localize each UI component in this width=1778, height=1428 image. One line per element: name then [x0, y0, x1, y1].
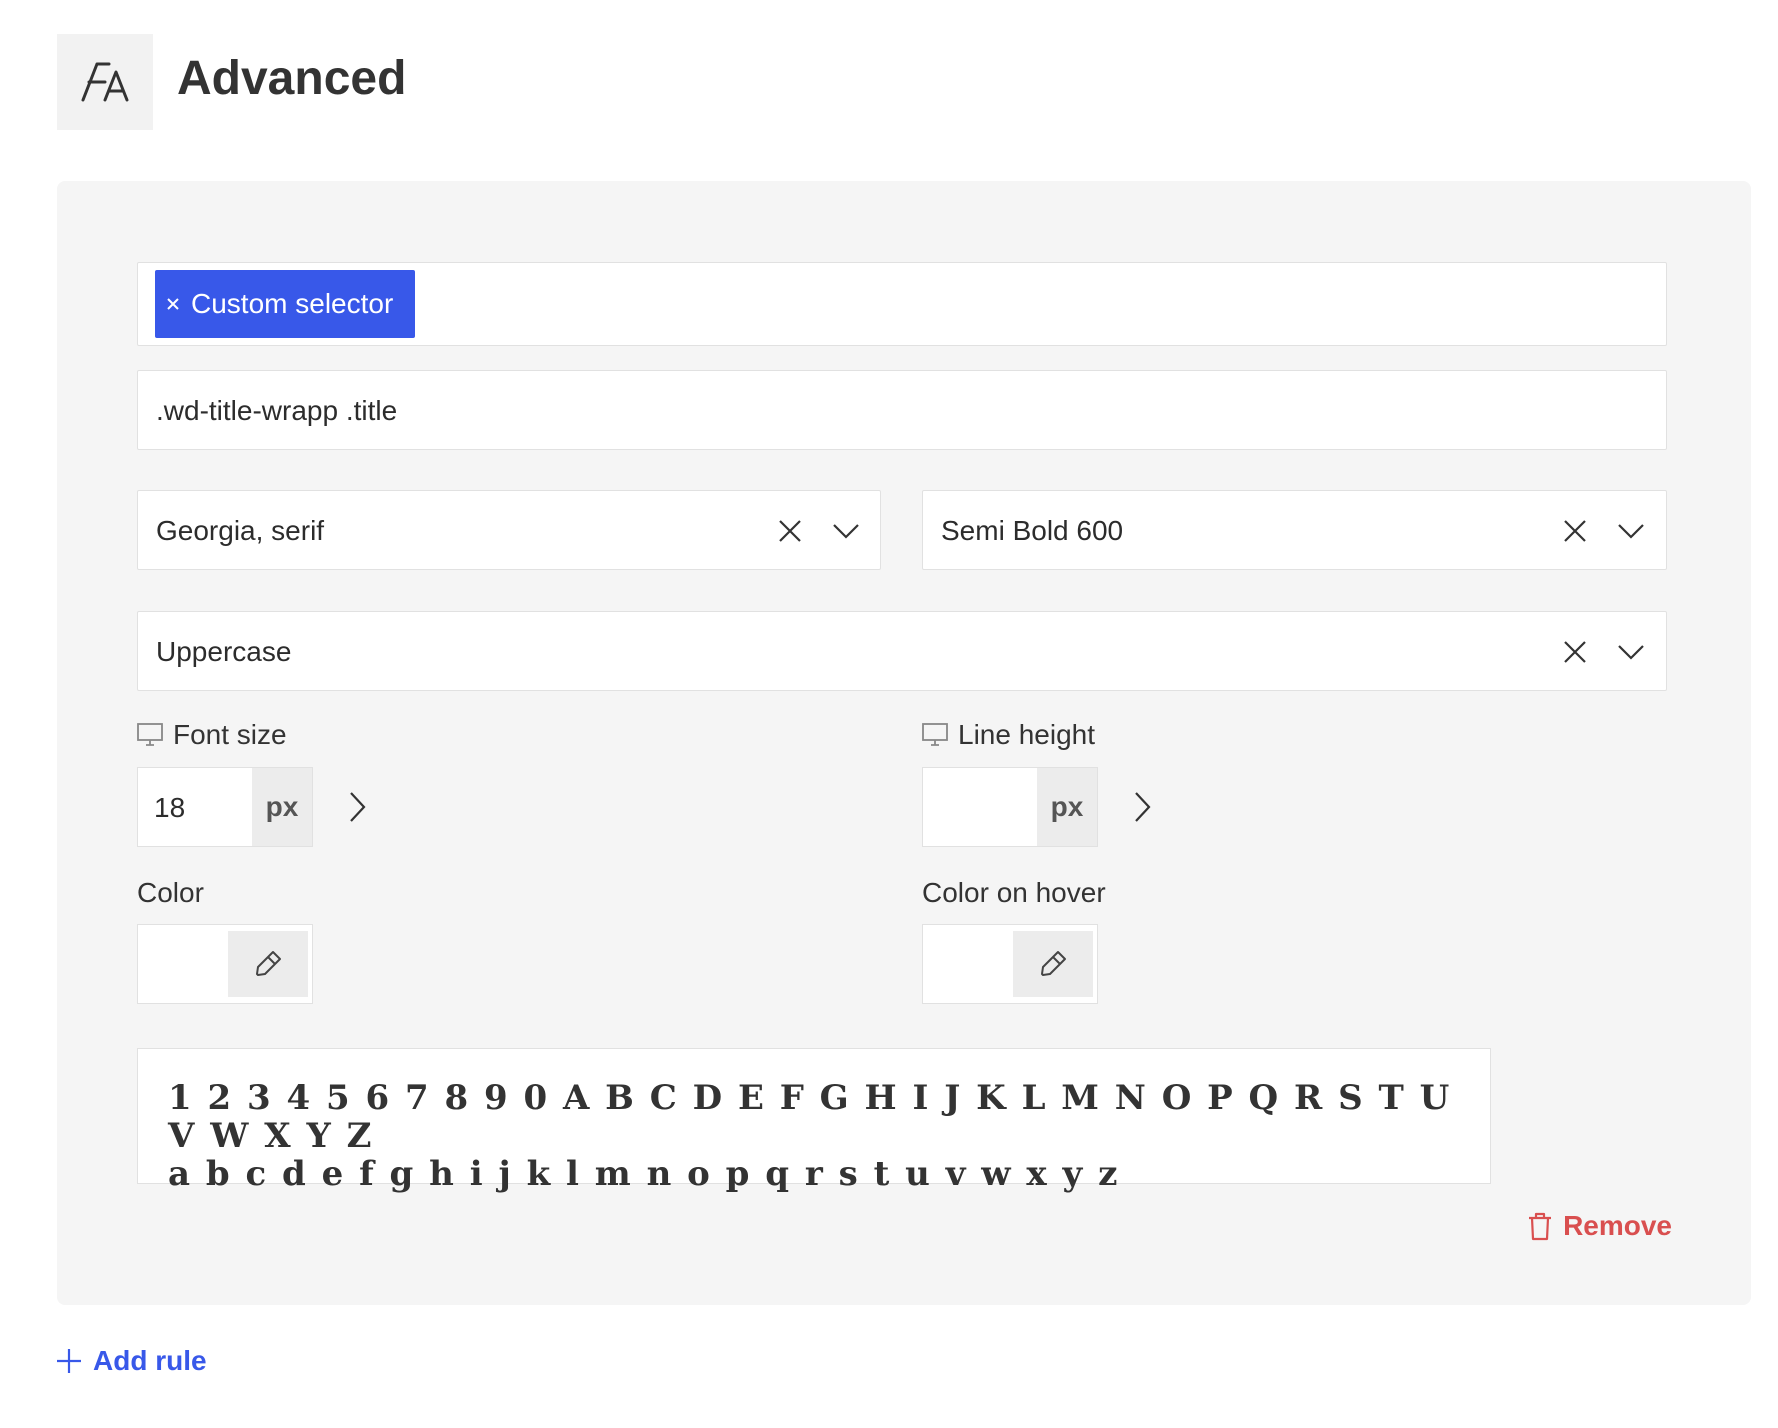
- remove-label: Remove: [1563, 1210, 1672, 1241]
- page-title: Advanced: [177, 52, 407, 105]
- add-rule-button[interactable]: Add rule: [55, 1345, 207, 1377]
- font-size-label: Font size: [173, 719, 287, 750]
- font-weight-value: Semi Bold 600: [941, 515, 1124, 546]
- eyedropper-icon: [1037, 948, 1069, 980]
- chevron-down-icon[interactable]: [830, 515, 862, 547]
- font-preview: 1 2 3 4 5 6 7 8 9 0 A B C D E F G H I J …: [137, 1048, 1491, 1193]
- line-height-label: Line height: [958, 719, 1096, 750]
- trash-icon: [1529, 1212, 1552, 1241]
- clear-icon[interactable]: [774, 515, 806, 547]
- desktop-icon[interactable]: [137, 723, 163, 747]
- preview-line-lower: a b c d e f g h i j k l m n o p q r s t …: [168, 1154, 1119, 1194]
- font-size-input[interactable]: 18: [137, 767, 253, 847]
- line-height-input[interactable]: [922, 767, 1038, 847]
- desktop-icon[interactable]: [922, 723, 948, 747]
- plus-icon: [57, 1349, 81, 1373]
- text-transform-select[interactable]: Uppercase: [137, 611, 1667, 691]
- font-family-select[interactable]: Georgia, serif: [137, 490, 881, 570]
- selector-value: .wd-title-wrapp .title: [156, 395, 398, 426]
- color-picker-button[interactable]: [228, 931, 308, 997]
- chip-remove-icon[interactable]: [165, 296, 181, 312]
- clear-icon[interactable]: [1559, 636, 1591, 668]
- text-transform-value: Uppercase: [156, 636, 292, 667]
- line-height-unit-button[interactable]: px: [1037, 767, 1098, 847]
- chip-label: Custom selector: [191, 288, 394, 319]
- add-rule-label: Add rule: [93, 1345, 207, 1376]
- eyedropper-icon: [252, 948, 284, 980]
- selector-chip[interactable]: Custom selector: [155, 270, 415, 338]
- chevron-down-icon[interactable]: [1615, 515, 1647, 547]
- font-size-value: 18: [154, 792, 186, 823]
- color-hover-label: Color on hover: [922, 877, 1106, 908]
- chevron-down-icon[interactable]: [1615, 636, 1647, 668]
- selector-input[interactable]: .wd-title-wrapp .title: [137, 370, 1667, 450]
- font-size-unit-button[interactable]: px: [252, 767, 313, 847]
- font-family-value: Georgia, serif: [156, 515, 325, 546]
- typography-icon: [57, 34, 153, 130]
- color-hover-picker-button[interactable]: [1013, 931, 1093, 997]
- remove-rule-button[interactable]: Remove: [1527, 1210, 1672, 1242]
- preview-line-upper: 1 2 3 4 5 6 7 8 9 0 A B C D E F G H I J …: [168, 1078, 1451, 1156]
- chevron-right-icon[interactable]: [1127, 790, 1157, 824]
- font-weight-select[interactable]: Semi Bold 600: [922, 490, 1667, 570]
- chevron-right-icon[interactable]: [342, 790, 372, 824]
- clear-icon[interactable]: [1559, 515, 1591, 547]
- color-label: Color: [137, 877, 204, 908]
